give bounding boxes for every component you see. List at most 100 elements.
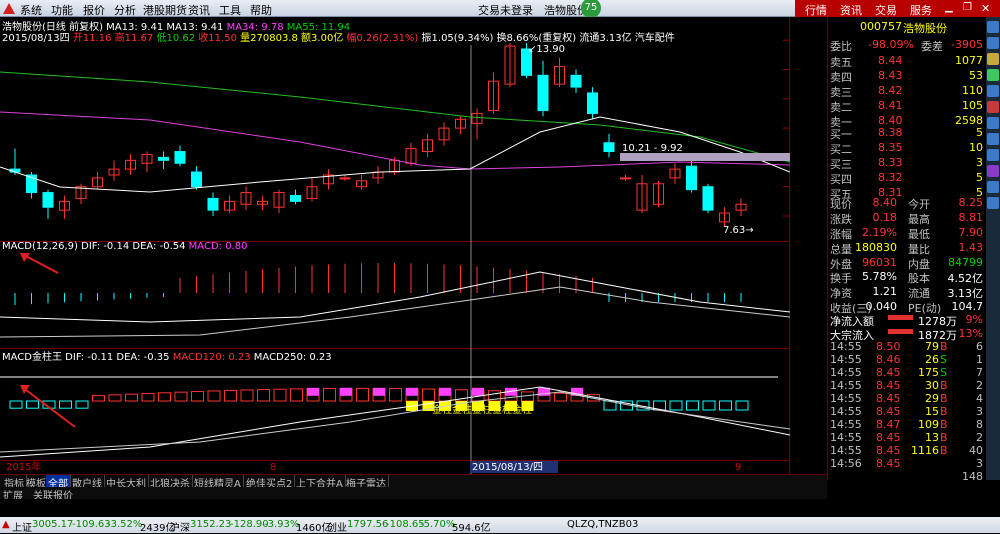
menu-tools[interactable]: 工具	[219, 2, 241, 18]
annotation-arrow-2	[21, 386, 76, 428]
candle-body	[587, 92, 598, 114]
low-label: 7.63→	[723, 225, 754, 236]
tool-icon-2[interactable]	[987, 37, 999, 49]
indicator-tabs: 指标 模板 全部 散户线 中长大利 北狼决杀 短线精灵A 绝佳买点2 上下合并A 梅子雷达	[0, 474, 827, 490]
tool-icon-4[interactable]	[987, 69, 999, 81]
candle-body	[620, 177, 631, 180]
bid-row: 买四 8.32 5	[828, 170, 987, 186]
macd2-dif: DIF: -0.11	[65, 352, 114, 363]
stat-value: 8.40	[872, 196, 898, 209]
kline-chart-area[interactable]: 浩物股份(日线 前复权) MA13: 9.41 MA13: 9.41 MA34:…	[0, 17, 790, 474]
wc-value: -3905	[951, 38, 983, 51]
xaxis-cursor-date: 2015/08/13/四	[472, 462, 543, 473]
app-logo-icon	[3, 3, 15, 14]
stat-value2: 8.81	[958, 211, 984, 224]
tool-icon-10[interactable]	[987, 165, 999, 177]
notification-badge[interactable]: 75	[581, 0, 601, 18]
menu-help[interactable]: 帮助	[250, 2, 272, 18]
cy-label[interactable]: 创业	[327, 519, 347, 534]
ask-price: 8.44	[878, 54, 903, 67]
stats-row: 现价 8.40 今开 8.25	[828, 195, 987, 211]
stat-value2: 8.25	[958, 196, 984, 209]
menu-quote[interactable]: 报价	[83, 2, 105, 18]
bid-volume: 10	[969, 141, 983, 154]
tool-icon-6[interactable]	[987, 101, 999, 113]
hs-label[interactable]: 沪深	[170, 519, 190, 534]
bid-row: 买一 8.38 5	[828, 125, 987, 141]
hs-change: -128.90	[230, 519, 269, 530]
gold-pillar-magenta	[373, 387, 385, 396]
ask-price: 8.43	[878, 69, 903, 82]
macd2-bar	[273, 388, 287, 402]
status-bar: ▲ 上证 3005.17 -109.63 -3.52% 2439亿 沪深 315…	[0, 517, 1000, 534]
btn-news[interactable]: 资讯	[840, 2, 862, 18]
btn-market[interactable]: 行情	[805, 2, 827, 18]
tool-icon-3[interactable]	[987, 53, 999, 65]
bid-price: 8.33	[878, 156, 903, 169]
candle-body	[158, 156, 169, 161]
tool-icon-7[interactable]	[987, 117, 999, 129]
menu-news[interactable]: 资讯	[188, 2, 210, 18]
candle-body	[603, 142, 615, 153]
macd2-bar	[323, 388, 336, 402]
minimize-icon[interactable]: ▁	[945, 2, 953, 13]
xaxis-year: 2015年	[6, 460, 41, 473]
tool-icon-12[interactable]	[987, 197, 999, 209]
stat-value: 96031	[862, 256, 897, 269]
macd2-bar	[26, 400, 39, 409]
tool-icon-8[interactable]	[987, 133, 999, 145]
macd2-bar	[290, 388, 303, 402]
candle-body	[191, 171, 202, 188]
btn-service[interactable]: 服务	[910, 2, 932, 18]
tool-icon-1[interactable]	[987, 21, 999, 33]
panel-divider-3	[0, 460, 790, 461]
bid-volume: 3	[976, 156, 983, 169]
sh-change: -109.63	[72, 519, 111, 530]
macd2-bar	[422, 388, 435, 402]
stat-value2: 7.90	[958, 226, 984, 239]
sh-label[interactable]: 上证	[12, 519, 32, 534]
ask-volume: 110	[962, 84, 983, 97]
candle-body	[290, 194, 301, 202]
bid-row: 买三 8.33 3	[828, 155, 987, 171]
gold-pillar-magenta	[406, 387, 418, 396]
extension-tabs: 扩展 关联报价	[0, 487, 827, 502]
candle-body	[702, 186, 714, 211]
macd2-bar	[669, 400, 683, 411]
wb-value: -98.09%	[868, 38, 914, 51]
ask-volume: 1077	[955, 54, 983, 67]
menu-system[interactable]: 系统	[20, 2, 42, 18]
menu-analysis[interactable]: 分析	[114, 2, 136, 18]
stat-value: 180830	[855, 241, 897, 254]
macd2-bar	[191, 391, 204, 402]
macd2-bar	[75, 400, 89, 409]
gold-pillar-label: 金柱金柱金柱金柱金柱	[432, 403, 532, 416]
stats2-row: 净资 1.21 流通 3.13亿	[828, 284, 987, 300]
macd2-bar	[554, 392, 567, 402]
flow-pct: 9%	[965, 313, 983, 326]
tool-icon-9[interactable]	[987, 149, 999, 161]
stock-name: 浩物股份	[903, 22, 947, 35]
flow-bar-1	[888, 315, 913, 320]
maximize-icon[interactable]: ❐	[963, 2, 972, 13]
close-icon[interactable]: ✕	[981, 2, 990, 15]
stats-row: 总量 180830 量比 1.43	[828, 240, 987, 256]
stock-code: 000757	[860, 20, 902, 33]
macd2-bar	[108, 394, 122, 402]
menu-function[interactable]: 功能	[51, 2, 73, 18]
tool-icon-11[interactable]	[987, 181, 999, 193]
ask-volume: 53	[969, 69, 983, 82]
cy-percent: -5.70%	[420, 519, 456, 530]
candle-body	[686, 165, 697, 191]
ask-price: 8.41	[878, 99, 903, 112]
status-code: QLZQ,TNZB03	[567, 519, 639, 530]
macd2-title: MACD金柱王	[2, 352, 62, 363]
tool-icon-5[interactable]	[987, 85, 999, 97]
hs-percent: -3.93%	[264, 519, 300, 530]
trade-login-status[interactable]: 交易未登录	[478, 2, 533, 18]
ask-row: 卖三 8.42 110	[828, 83, 987, 99]
menu-hk-futures[interactable]: 港股期货	[143, 2, 187, 18]
gold-pillar-magenta	[439, 387, 451, 396]
btn-trade[interactable]: 交易	[875, 2, 897, 18]
ask-row: 卖二 8.41 105	[828, 98, 987, 114]
